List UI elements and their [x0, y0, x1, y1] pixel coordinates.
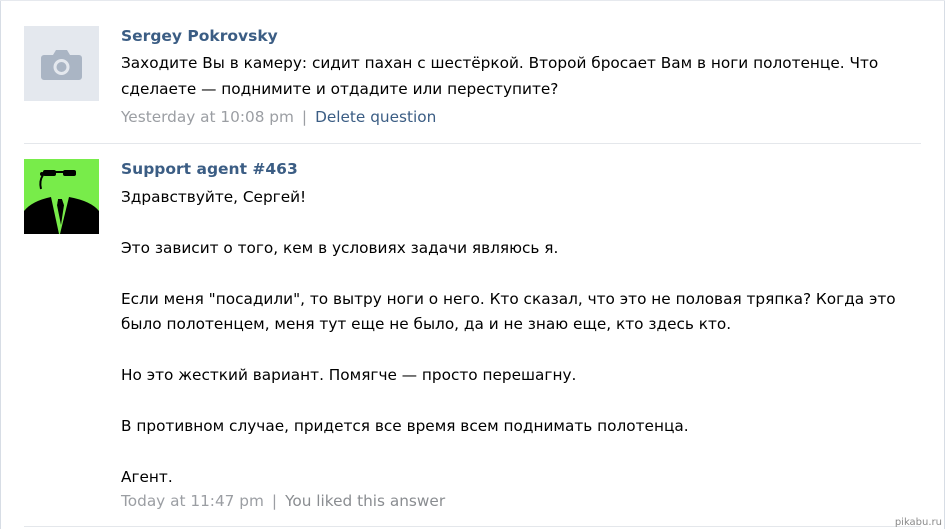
answer-signature: Агент. [121, 467, 173, 486]
top-border [0, 0, 945, 1]
post-divider [24, 143, 921, 144]
question-text: Заходите Вы в камеру: сидит пахан с шест… [121, 54, 879, 98]
answer-paragraph: В противном случае, придется все время в… [121, 416, 689, 435]
answer-meta: Today at 11:47 pm | You liked this answer [121, 492, 445, 510]
answer-paragraph: Но это жесткий вариант. Помягче — просто… [121, 366, 577, 385]
question-timestamp: Yesterday at 10:08 pm [121, 108, 294, 126]
answer-paragraph: Если меня "посадили", то вытру ноги о не… [121, 289, 896, 334]
answer-paragraph: Это зависит о того, кем в условиях задач… [121, 238, 559, 257]
bottom-divider [24, 526, 921, 527]
delete-question-link[interactable]: Delete question [315, 108, 436, 126]
answer-paragraph: Здравствуйте, Сергей! [121, 188, 307, 206]
answer-timestamp: Today at 11:47 pm [121, 492, 264, 510]
meta-separator: | [271, 492, 278, 510]
question-meta: Yesterday at 10:08 pm | Delete question [121, 108, 436, 126]
answer-text: Здравствуйте, Сергей! Это зависит о того… [121, 185, 921, 491]
liked-status[interactable]: You liked this answer [285, 492, 445, 510]
answer-author-link[interactable]: Support agent #463 [121, 160, 298, 178]
agent-avatar[interactable] [24, 159, 99, 234]
agent-silhouette-icon [24, 159, 99, 234]
meta-separator: | [301, 108, 308, 126]
question-author-link[interactable]: Sergey Pokrovsky [121, 27, 278, 45]
question-avatar[interactable] [24, 26, 99, 101]
watermark: pikabu.ru [894, 517, 942, 528]
